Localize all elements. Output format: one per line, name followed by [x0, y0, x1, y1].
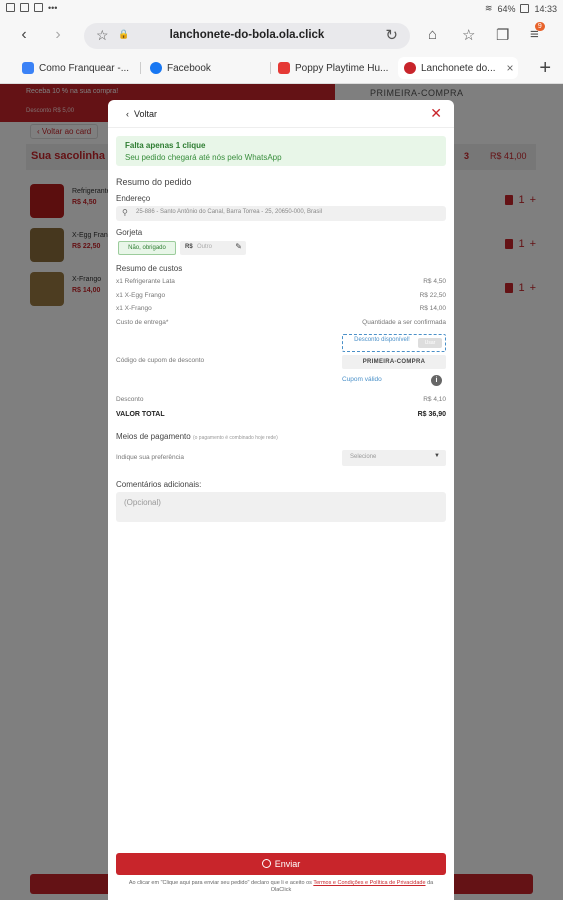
tabs-bar: Como Franquear -... Facebook Poppy Playt…	[0, 52, 563, 84]
total-row: VALOR TOTAL R$ 36,90	[116, 411, 446, 421]
tab-label: Como Franquear -...	[39, 62, 130, 74]
whatsapp-alert: Falta apenas 1 clique Seu pedido chegará…	[116, 136, 446, 166]
cost-row: x1 X-Frango R$ 14,00	[116, 305, 446, 315]
home-icon[interactable]: ⌂	[428, 26, 437, 43]
wifi-icon: ≋	[484, 3, 493, 13]
terms-text: Ao clicar em "Clique aqui para enviar se…	[128, 880, 434, 893]
close-icon[interactable]: ✕	[430, 105, 442, 122]
coupon-available-text: Desconto disponível!	[354, 337, 410, 343]
comments-placeholder: (Opcional)	[124, 498, 161, 507]
tabs-icon[interactable]: ❐	[496, 26, 509, 44]
tab-como-franquear[interactable]: Como Franquear -...	[22, 57, 132, 79]
discount-value: R$ 4,10	[423, 396, 446, 403]
summary-title: Resumo do pedido	[116, 177, 192, 187]
modal-header: ‹ Voltar ✕	[108, 100, 454, 128]
discount-label: Desconto	[116, 396, 144, 403]
total-value: R$ 36,90	[417, 411, 446, 418]
discount-row: Desconto R$ 4,10	[116, 396, 446, 406]
new-tab-icon[interactable]: +	[539, 57, 551, 80]
dots-icon: •••	[48, 3, 58, 13]
cost-row: x1 X-Egg Frango R$ 22,50	[116, 292, 446, 302]
pencil-icon[interactable]: ✎	[235, 242, 242, 251]
tip-label: Gorjeta	[116, 228, 143, 237]
cost-label: x1 X-Frango	[116, 305, 152, 312]
info-icon[interactable]: i	[431, 375, 442, 386]
battery-text: 64%	[497, 3, 516, 14]
back-arrow-icon[interactable]: ‹	[14, 26, 34, 44]
cost-value: R$ 14,00	[419, 305, 446, 312]
battery-icon	[520, 4, 530, 13]
forward-arrow-icon[interactable]: ›	[48, 26, 68, 44]
payment-prompt: Indique sua preferência	[116, 454, 184, 461]
whatsapp-icon	[261, 859, 271, 868]
clock: 14:33	[534, 3, 557, 14]
alert-title: Falta apenas 1 clique	[125, 141, 206, 150]
send-order-button[interactable]: Enviar	[116, 853, 446, 875]
location-pin-icon: ⚲	[122, 208, 128, 217]
menu-badge: 9	[534, 22, 545, 31]
total-label: VALOR TOTAL	[116, 411, 165, 418]
comments-title: Comentários adicionais:	[116, 480, 202, 489]
coupon-code-input[interactable]: PRIMEIRA-COMPRA	[342, 355, 446, 369]
tab-facebook[interactable]: Facebook	[150, 57, 260, 79]
delivery-value: Quantidade a ser confirmada	[362, 319, 446, 326]
tip-currency: R$	[185, 244, 193, 250]
delivery-label: Custo de entrega*	[116, 319, 169, 326]
delivery-row: Custo de entrega* Quantidade a ser confi…	[116, 319, 446, 329]
tip-input[interactable]: R$ Outro ✎	[180, 241, 246, 255]
tab-label: Facebook	[167, 62, 211, 74]
square-icon	[34, 3, 43, 12]
menu-icon[interactable]: ≡ 9	[530, 22, 545, 43]
modal-back-button[interactable]: ‹ Voltar	[126, 109, 157, 119]
payment-select-value: Selecione	[350, 454, 377, 460]
address-bar: ‹ › ☆ 🔒 lanchonete-do-bola.ola.click ↻ ⌂…	[0, 18, 563, 52]
address-value: 25-886 - Santo Antônio do Canal, Barra T…	[136, 209, 323, 215]
coupon-label: Código de cupom de desconto	[116, 357, 205, 364]
url-text: lanchonete-do-bola.ola.click	[169, 29, 325, 41]
status-bar: ••• ≋ 64% 14:33	[0, 0, 563, 18]
coupon-available-box: Desconto disponível! Usar	[342, 334, 446, 352]
photo-icon	[6, 3, 15, 12]
terms-link[interactable]: Termos e Condições e Política de Privaci…	[313, 880, 425, 886]
cost-label: x1 X-Egg Frango	[116, 292, 166, 299]
address-field[interactable]: ⚲ 25-886 - Santo Antônio do Canal, Barra…	[116, 206, 446, 221]
alert-text: Seu pedido chegará até nós pelo WhatsApp	[125, 153, 282, 162]
coupon-valid-text: Cupom válido	[342, 376, 382, 383]
url-field[interactable]: ☆ 🔒 lanchonete-do-bola.ola.click ↻	[84, 23, 410, 49]
bookmark-star-icon[interactable]: ☆	[462, 26, 475, 44]
cost-row: x1 Refrigerante Lata R$ 4,50	[116, 278, 446, 288]
payment-title: Meios de pagamento (o pagamento é combin…	[116, 432, 278, 441]
costs-title: Resumo de custos	[116, 264, 183, 273]
apply-coupon-button[interactable]: Usar	[418, 338, 442, 348]
tip-placeholder: Outro	[197, 244, 213, 250]
comments-field[interactable]: (Opcional)	[116, 492, 446, 522]
paw-icon	[22, 62, 34, 74]
tip-none-button[interactable]: Não, obrigado	[118, 241, 176, 255]
gallery-icon	[20, 3, 29, 12]
tab-label: Poppy Playtime Hu...	[295, 62, 388, 74]
payment-select[interactable]: Selecione ▼	[342, 450, 446, 466]
cost-value: R$ 22,50	[419, 292, 446, 299]
reload-icon[interactable]: ↻	[385, 26, 398, 44]
tab-label: Lanchonete do...	[421, 62, 496, 74]
chevron-down-icon: ▼	[434, 453, 440, 459]
facebook-icon	[150, 62, 162, 74]
tab-poppy-playtime[interactable]: Poppy Playtime Hu...	[278, 57, 388, 79]
send-label: Enviar	[274, 859, 301, 869]
close-tab-icon[interactable]: ×	[507, 61, 514, 75]
payment-note: (o pagamento é combinado hoje rede)	[192, 435, 278, 441]
address-label: Endereço	[116, 194, 151, 203]
cost-label: x1 Refrigerante Lata	[116, 278, 175, 285]
checkout-modal: ‹ Voltar ✕ Falta apenas 1 clique Seu ped…	[108, 100, 454, 900]
burger-icon	[404, 62, 416, 74]
poppy-icon	[278, 62, 290, 74]
cost-value: R$ 4,50	[423, 278, 446, 285]
tab-lanchonete[interactable]: Lanchonete do... ×	[398, 57, 518, 79]
